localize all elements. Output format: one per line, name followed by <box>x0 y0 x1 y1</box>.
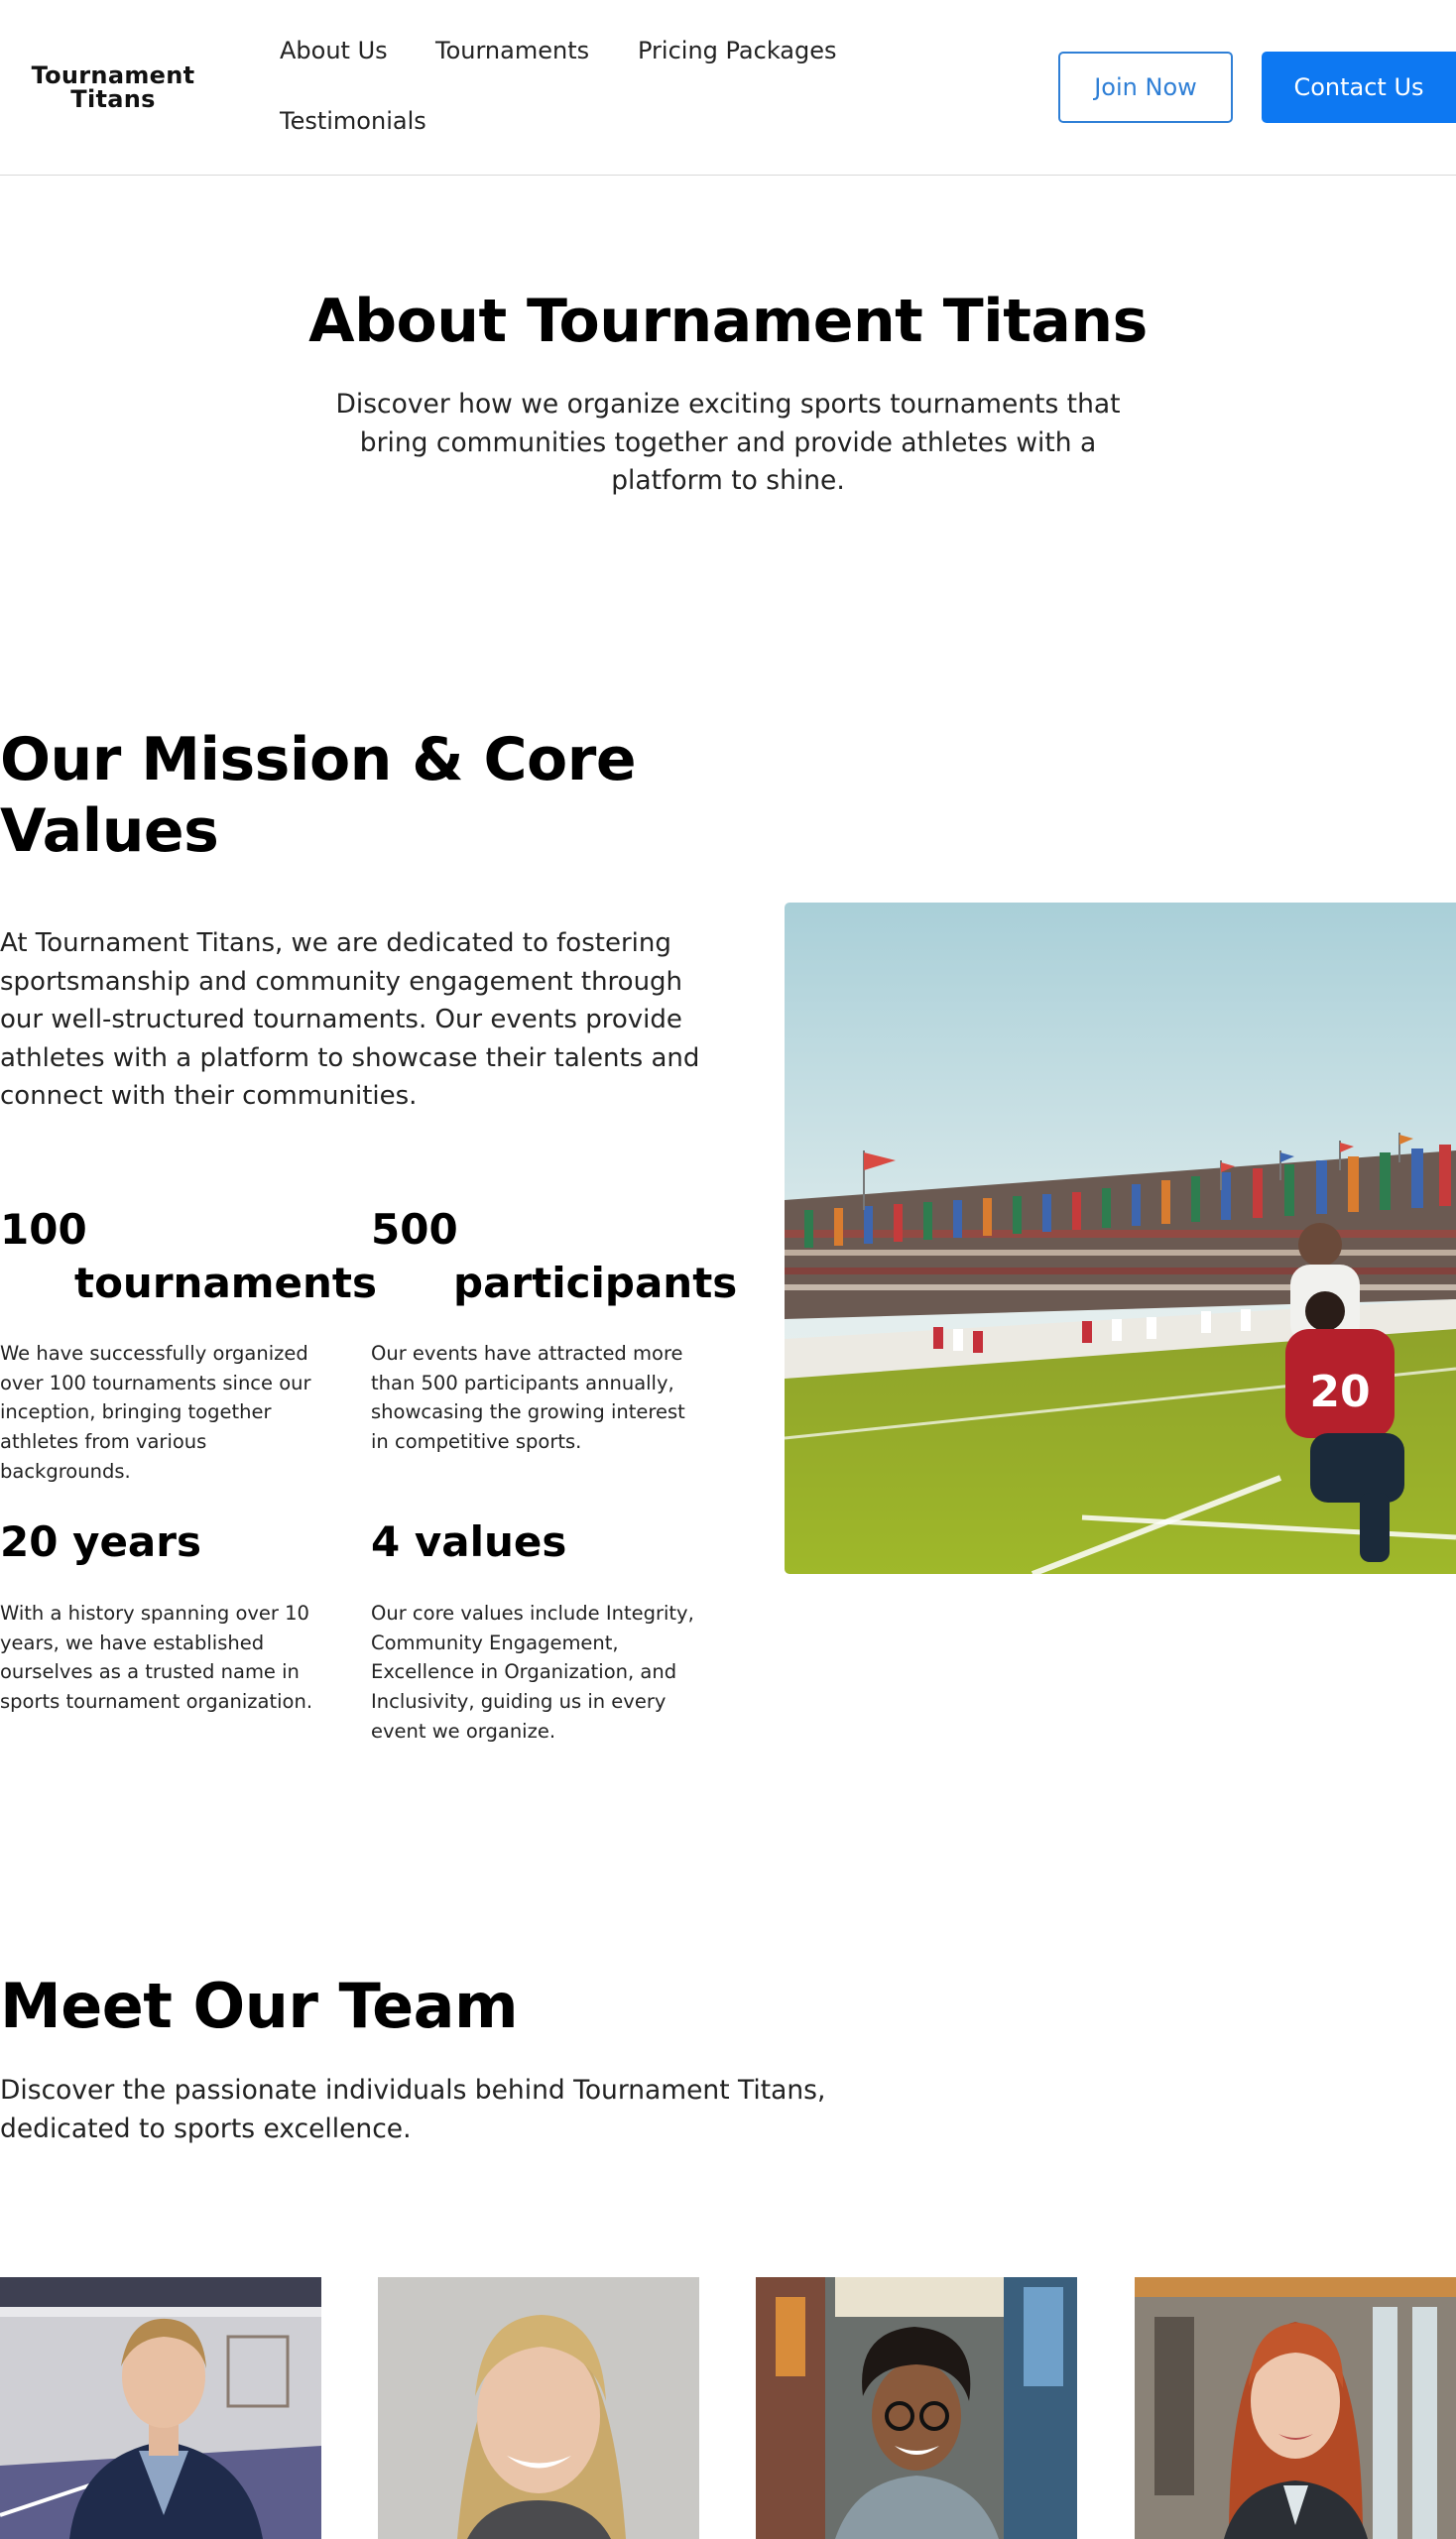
brand-logo[interactable]: Tournament Titans <box>30 63 196 111</box>
logo-line-1: Tournament <box>31 61 195 89</box>
stat-number: 4 values <box>371 1517 567 1566</box>
logo-line-2: Titans <box>70 85 156 113</box>
stat-number: 20 years <box>0 1517 201 1566</box>
team-member-photo <box>378 2277 699 2539</box>
stat-description: Our events have attracted more than 500 … <box>371 1342 685 1454</box>
stat-number: 100 <box>0 1205 87 1254</box>
team-member-photo <box>1135 2277 1456 2539</box>
stat-description: We have successfully organized over 100 … <box>0 1342 311 1483</box>
team-subtitle: Discover the passionate individuals behi… <box>0 2075 826 2144</box>
nav-tournaments[interactable]: Tournaments <box>435 37 589 64</box>
team-member-photo <box>0 2277 321 2539</box>
page-title: About Tournament Titans <box>308 287 1148 356</box>
jersey-number: 20 <box>1309 1367 1370 1417</box>
mission-text: At Tournament Titans, we are dedicated t… <box>0 928 700 1111</box>
team-heading: Meet Our Team <box>0 1970 519 2042</box>
team-member-photo <box>756 2277 1077 2539</box>
stat-label: tournaments <box>74 1259 378 1307</box>
stat-number: 500 <box>371 1205 458 1254</box>
contact-us-button[interactable]: Contact Us <box>1262 52 1456 123</box>
stadium-photo: 20 <box>785 903 1456 1574</box>
nav-testimonials[interactable]: Testimonials <box>280 107 426 135</box>
join-now-button[interactable]: Join Now <box>1058 52 1233 123</box>
hero-subtitle: Discover how we organize exciting sports… <box>335 389 1121 496</box>
mission-heading: Our Mission & Core Values <box>0 725 637 866</box>
nav-about-us[interactable]: About Us <box>280 37 388 64</box>
stat-label: participants <box>453 1259 738 1307</box>
stat-description: With a history spanning over 10 years, w… <box>0 1602 313 1714</box>
stat-description: Our core values include Integrity, Commu… <box>371 1602 694 1743</box>
site-header: Tournament Titans About Us Tournaments P… <box>0 0 1456 176</box>
nav-pricing-packages[interactable]: Pricing Packages <box>638 37 837 64</box>
